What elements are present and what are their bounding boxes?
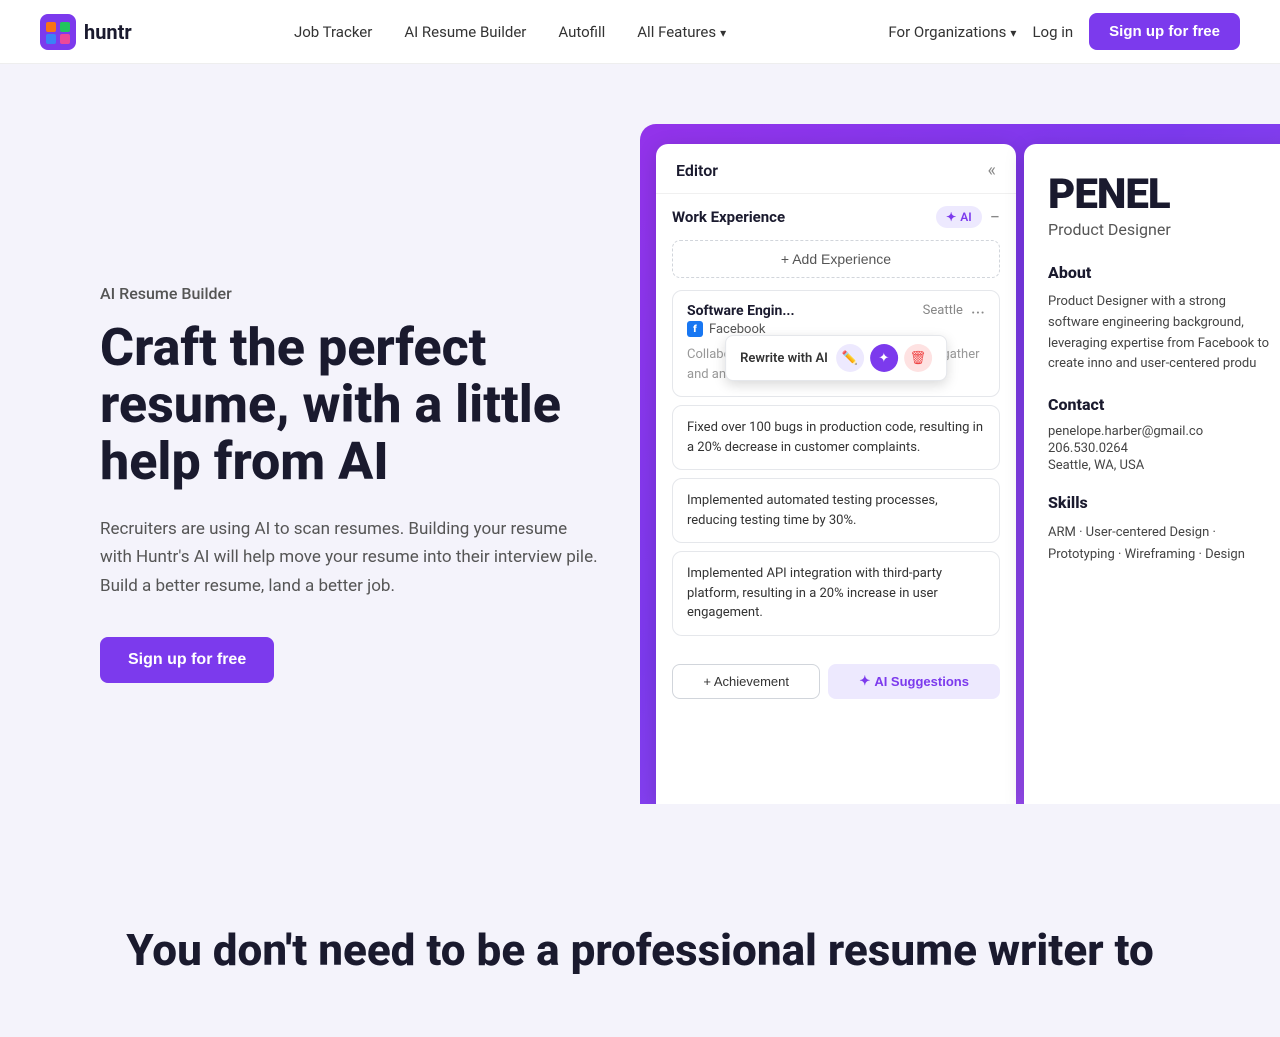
collapse-section-button[interactable]: − bbox=[990, 207, 1000, 228]
ai-rewrite-button[interactable]: ✦ bbox=[870, 344, 898, 372]
ai-badge: ✦ AI bbox=[936, 206, 982, 228]
resume-skills-title: Skills bbox=[1048, 493, 1280, 512]
facebook-icon: f bbox=[687, 321, 703, 337]
exp-job-title: Software Engin... bbox=[687, 303, 795, 319]
exp-more-options-button[interactable]: ··· bbox=[971, 303, 985, 324]
work-experience-section: Work Experience ✦ AI − + Add Experience bbox=[656, 194, 1016, 656]
exp-card-header: Software Engin... f Facebook Seattle ··· bbox=[687, 303, 985, 337]
collapse-editor-button[interactable]: « bbox=[988, 160, 996, 181]
ai-suggestions-button[interactable]: ✦ AI Suggestions bbox=[828, 664, 1000, 699]
bottom-section: You don't need to be a professional resu… bbox=[0, 864, 1280, 1037]
nav-all-features[interactable]: All Features bbox=[625, 15, 738, 49]
resume-about-title: About bbox=[1048, 263, 1280, 282]
nav-links: Job Tracker AI Resume Builder Autofill A… bbox=[282, 15, 738, 49]
hero-right: Editor « Work Experience ✦ AI − bbox=[640, 124, 1280, 804]
add-experience-button[interactable]: + Add Experience bbox=[672, 240, 1000, 278]
resume-name: PENEL bbox=[1048, 174, 1280, 216]
for-orgs-chevron-icon bbox=[1010, 23, 1016, 41]
hero-subtitle: AI Resume Builder bbox=[100, 284, 600, 303]
bullet-card-1: Fixed over 100 bugs in production code, … bbox=[672, 405, 1000, 470]
bottom-title: You don't need to be a professional resu… bbox=[100, 924, 1180, 977]
delete-button[interactable]: 🗑 bbox=[904, 344, 932, 372]
resume-preview-panel: PENEL Product Designer About Product Des… bbox=[1024, 144, 1280, 804]
rewrite-tooltip: Rewrite with AI ✏️ ✦ 🗑 bbox=[725, 335, 947, 381]
hero-title: Craft the perfect resume, with a little … bbox=[100, 319, 600, 491]
resume-contact-title: Contact bbox=[1048, 395, 1280, 414]
exp-bottom-buttons: + Achievement ✦ AI Suggestions bbox=[656, 656, 1016, 715]
mockup-container: Editor « Work Experience ✦ AI − bbox=[640, 124, 1280, 804]
nav-job-tracker[interactable]: Job Tracker bbox=[282, 15, 384, 49]
exp-right: Seattle ··· bbox=[923, 303, 985, 324]
bullet-card-3: Implemented API integration with third-p… bbox=[672, 551, 1000, 636]
resume-phone: 206.530.0264 bbox=[1048, 441, 1280, 456]
work-exp-title: Work Experience bbox=[672, 208, 785, 226]
resume-address: Seattle, WA, USA bbox=[1048, 458, 1280, 473]
resume-about-text: Product Designer with a strong software … bbox=[1048, 292, 1280, 375]
experience-card: Software Engin... f Facebook Seattle ··· bbox=[672, 290, 1000, 397]
edit-button[interactable]: ✏️ bbox=[836, 344, 864, 372]
nav-ai-resume-builder[interactable]: AI Resume Builder bbox=[392, 15, 538, 49]
hero-signup-button[interactable]: Sign up for free bbox=[100, 637, 274, 683]
rewrite-label: Rewrite with AI bbox=[740, 351, 828, 366]
rewrite-actions: ✏️ ✦ 🗑 bbox=[836, 344, 932, 372]
work-exp-header: Work Experience ✦ AI − bbox=[672, 206, 1000, 228]
hero-description: Recruiters are using AI to scan resumes.… bbox=[100, 515, 600, 602]
nav-signup-button[interactable]: Sign up for free bbox=[1089, 13, 1240, 50]
exp-location: Seattle bbox=[923, 303, 963, 318]
nav-autofill[interactable]: Autofill bbox=[546, 15, 617, 49]
editor-title: Editor bbox=[676, 161, 718, 180]
ai-sparkle-icon: ✦ bbox=[946, 210, 956, 224]
add-achievement-button[interactable]: + Achievement bbox=[672, 664, 820, 699]
navbar: huntr Job Tracker AI Resume Builder Auto… bbox=[0, 0, 1280, 64]
hero-section: AI Resume Builder Craft the perfect resu… bbox=[0, 64, 1280, 864]
nav-for-organizations[interactable]: For Organizations bbox=[888, 23, 1016, 41]
resume-skills-text: ARM · User-centered Design · Prototyping… bbox=[1048, 522, 1280, 566]
logo[interactable]: huntr bbox=[40, 14, 132, 50]
bullet-card-2: Implemented automated testing processes,… bbox=[672, 478, 1000, 543]
all-features-chevron-icon bbox=[720, 23, 726, 41]
editor-panel: Editor « Work Experience ✦ AI − bbox=[656, 144, 1016, 804]
work-exp-actions: ✦ AI − bbox=[936, 206, 1000, 228]
resume-role: Product Designer bbox=[1048, 220, 1280, 239]
hero-left: AI Resume Builder Craft the perfect resu… bbox=[100, 144, 600, 683]
nav-login[interactable]: Log in bbox=[1032, 23, 1073, 41]
resume-email: penelope.harber@gmail.co bbox=[1048, 424, 1280, 439]
logo-text: huntr bbox=[84, 20, 132, 44]
nav-right: For Organizations Log in Sign up for fre… bbox=[888, 13, 1240, 50]
huntr-logo-icon bbox=[40, 14, 76, 50]
exp-info: Software Engin... f Facebook bbox=[687, 303, 795, 337]
editor-header: Editor « bbox=[656, 144, 1016, 194]
ai-suggestions-icon: ✦ bbox=[859, 673, 870, 689]
